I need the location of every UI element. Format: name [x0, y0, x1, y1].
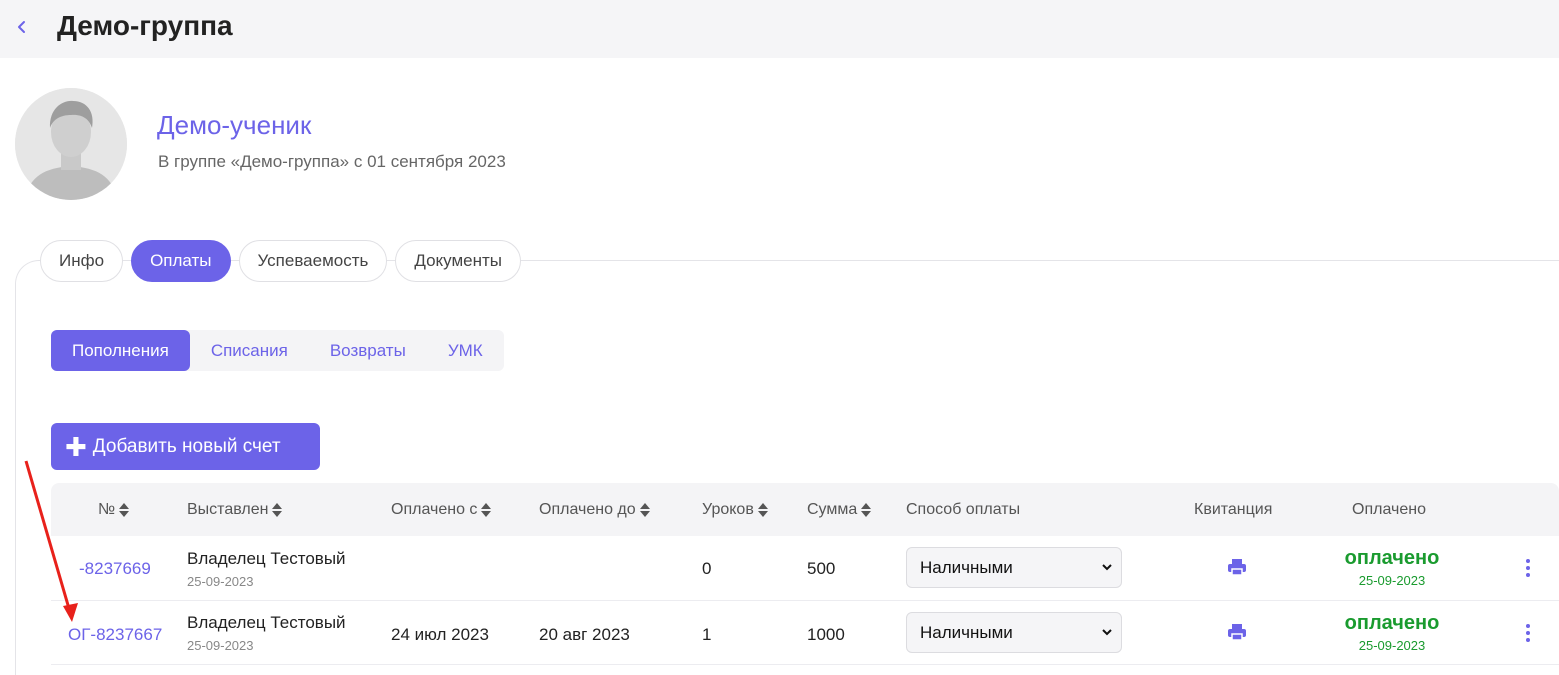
- sort-icon[interactable]: [757, 502, 768, 518]
- payment-method-select[interactable]: Наличными: [906, 612, 1122, 653]
- paid-status-date: 25-09-2023: [1358, 573, 1426, 588]
- avatar: [15, 88, 127, 200]
- payment-subtabs: Пополнения Списания Возвраты УМК: [51, 330, 504, 371]
- paid-status-label: оплачено: [1344, 547, 1440, 569]
- top-bar: Демо-группа: [0, 0, 1559, 58]
- tab-info[interactable]: Инфо: [40, 240, 124, 282]
- lessons-cell: 1: [702, 625, 712, 644]
- column-paid-from[interactable]: Оплачено с: [391, 501, 492, 519]
- payment-method-value: Наличными: [920, 622, 1013, 642]
- student-name[interactable]: Демо-ученик: [157, 110, 311, 141]
- paid-to-cell: 20 авг 2023: [539, 625, 630, 644]
- paid-status: оплачено 25-09-2023: [1322, 547, 1462, 588]
- column-paid: Оплачено: [1352, 501, 1426, 518]
- chevron-left-icon[interactable]: [14, 17, 30, 37]
- subtab-umk[interactable]: УМК: [427, 330, 504, 371]
- page-title: Демо-группа: [57, 10, 233, 41]
- column-receipt: Квитанция: [1194, 501, 1273, 518]
- lessons-cell: 0: [702, 559, 712, 578]
- column-method: Способ оплаты: [906, 501, 1021, 518]
- issued-date: 25-09-2023: [187, 574, 254, 589]
- amount-cell: 500: [807, 559, 836, 578]
- payment-method-select[interactable]: Наличными: [906, 547, 1122, 588]
- user-silhouette-icon: [15, 88, 127, 200]
- column-paid-to[interactable]: Оплачено до: [539, 501, 650, 519]
- table-row: ОГ-8237667 Владелец Тестовый 25-09-2023 …: [51, 601, 1559, 665]
- subtab-refunds[interactable]: Возвраты: [309, 330, 427, 371]
- student-group-info: В группе «Демо-группа» с 01 сентября 202…: [158, 152, 506, 171]
- payer-name: Владелец Тестовый: [187, 549, 346, 568]
- payment-method-value: Наличными: [920, 557, 1013, 577]
- table-row: -8237669 Владелец Тестовый 25-09-2023 0 …: [51, 537, 1559, 601]
- paid-status-label: оплачено: [1344, 612, 1440, 634]
- tab-documents[interactable]: Документы: [395, 240, 521, 282]
- sort-icon[interactable]: [861, 502, 872, 518]
- printer-icon[interactable]: [1227, 623, 1247, 641]
- column-number-label: №: [98, 501, 116, 518]
- paid-status: оплачено 25-09-2023: [1322, 612, 1462, 653]
- column-paid-to-label: Оплачено до: [539, 501, 636, 518]
- table-header: № Выставлен Оплачено с Оплачено до Уроко…: [51, 483, 1559, 536]
- invoice-number-link[interactable]: ОГ-8237667: [68, 625, 162, 645]
- main-tabs: Инфо Оплаты Успеваемость Документы: [40, 240, 521, 282]
- column-paid-from-label: Оплачено с: [391, 501, 478, 518]
- column-number[interactable]: №: [98, 501, 130, 519]
- chevron-down-icon: [1102, 629, 1112, 636]
- chevron-down-icon: [1102, 564, 1112, 571]
- column-issued[interactable]: Выставлен: [187, 501, 283, 519]
- sort-icon[interactable]: [481, 502, 492, 518]
- sort-icon[interactable]: [272, 502, 283, 518]
- sort-icon[interactable]: [639, 502, 650, 518]
- tab-progress[interactable]: Успеваемость: [238, 240, 388, 282]
- invoice-number-link[interactable]: -8237669: [79, 559, 151, 579]
- amount-cell: 1000: [807, 625, 845, 644]
- column-lessons-label: Уроков: [702, 501, 754, 518]
- column-amount-label: Сумма: [807, 501, 858, 518]
- payer-cell: Владелец Тестовый 25-09-2023: [187, 549, 346, 589]
- issued-date: 25-09-2023: [187, 638, 254, 653]
- paid-from-cell: 24 июл 2023: [391, 625, 489, 644]
- printer-icon[interactable]: [1227, 558, 1247, 576]
- more-vertical-icon[interactable]: [1525, 558, 1531, 578]
- add-invoice-label: Добавить новый счет: [92, 435, 281, 457]
- paid-status-date: 25-09-2023: [1358, 638, 1426, 653]
- subtab-charges[interactable]: Списания: [190, 330, 309, 371]
- payer-cell: Владелец Тестовый 25-09-2023: [187, 613, 346, 653]
- more-vertical-icon[interactable]: [1525, 623, 1531, 643]
- add-invoice-button[interactable]: ✚ Добавить новый счет: [51, 423, 320, 470]
- column-issued-label: Выставлен: [187, 501, 269, 518]
- sort-icon[interactable]: [119, 502, 130, 518]
- column-amount[interactable]: Сумма: [807, 501, 872, 519]
- column-lessons[interactable]: Уроков: [702, 501, 768, 519]
- tab-payments[interactable]: Оплаты: [131, 240, 231, 282]
- plus-icon: ✚: [65, 431, 87, 462]
- payer-name: Владелец Тестовый: [187, 613, 346, 632]
- subtab-top-ups[interactable]: Пополнения: [51, 330, 190, 371]
